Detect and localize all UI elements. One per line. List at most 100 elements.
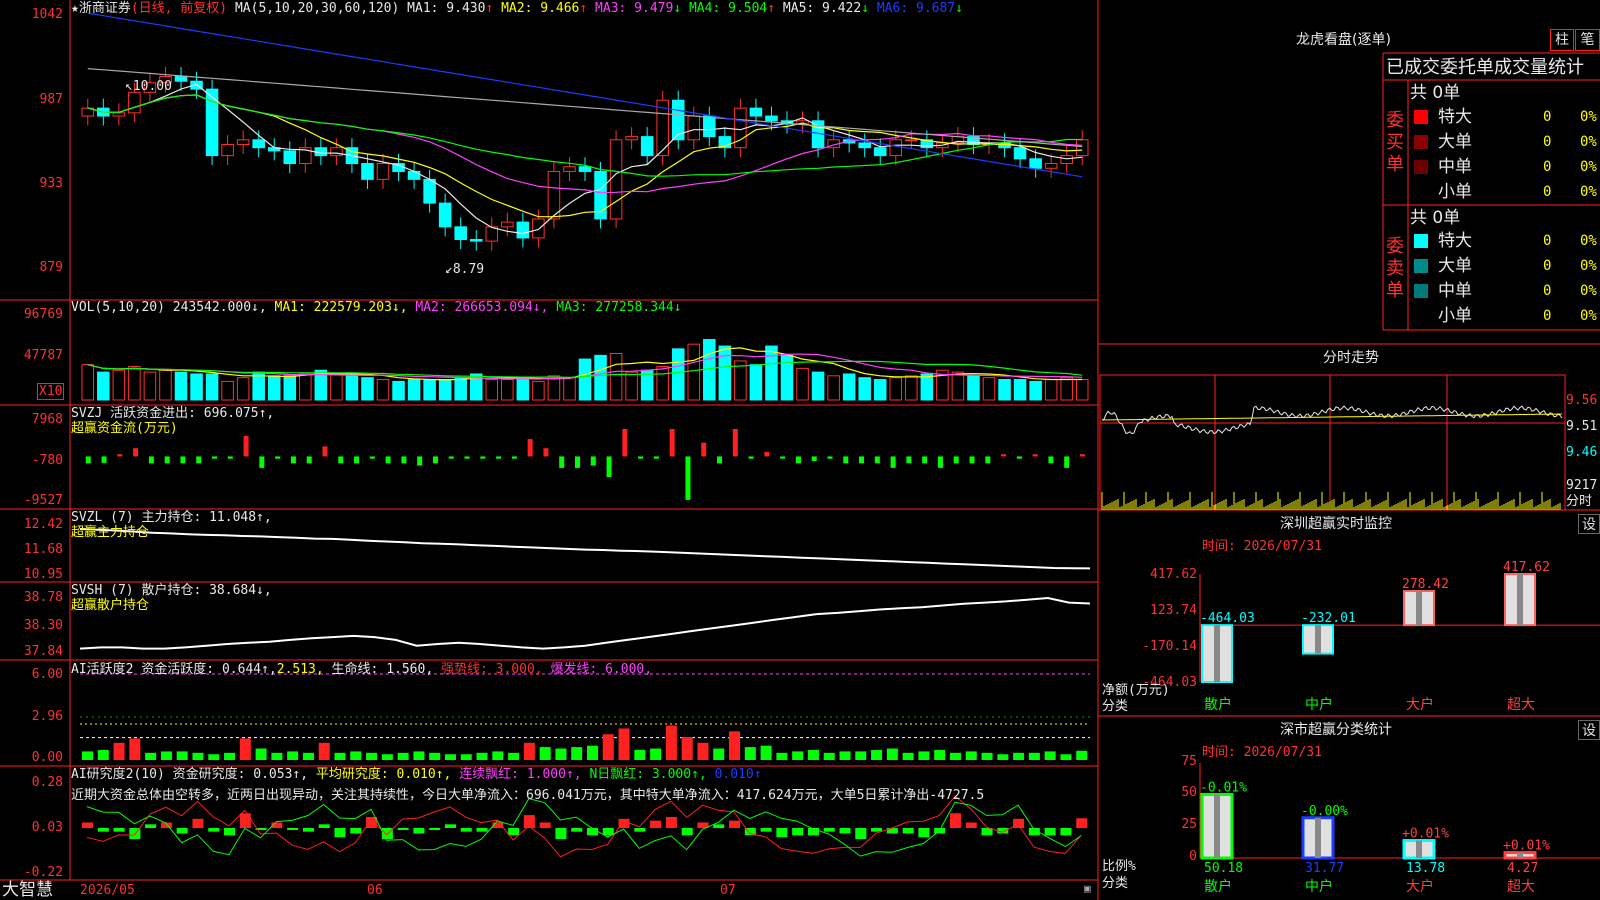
ai-active-bar bbox=[886, 748, 898, 760]
date-label-jul: 07 bbox=[720, 883, 736, 898]
ai-research-bar bbox=[713, 824, 725, 828]
volume-bar bbox=[873, 379, 887, 401]
pen-view-button[interactable]: 笔 bbox=[1575, 29, 1600, 51]
volume-bar bbox=[454, 377, 467, 401]
candle-body bbox=[376, 163, 390, 180]
ai-active-bar bbox=[981, 752, 993, 760]
ai-active-bar bbox=[366, 752, 378, 760]
candle-body bbox=[532, 218, 545, 239]
monitor-bar-shade bbox=[1315, 625, 1321, 654]
bar-view-button[interactable]: 柱 bbox=[1550, 29, 1574, 51]
svzj-bar bbox=[354, 456, 360, 464]
candle-body bbox=[703, 115, 716, 138]
buy-row-name-3: 小单 bbox=[1438, 182, 1472, 202]
volume-bar bbox=[951, 371, 965, 401]
volume-bar bbox=[97, 371, 110, 401]
ai-research-bar bbox=[444, 824, 456, 828]
ai-research-bar bbox=[82, 822, 93, 828]
sell-row-pct-1: 0% bbox=[1580, 258, 1597, 274]
ai-research-bar bbox=[429, 828, 441, 830]
monitor-cat-2: 大户 bbox=[1406, 697, 1434, 713]
ai-active-bar bbox=[397, 752, 409, 760]
price-axis-879: 879 bbox=[39, 260, 63, 275]
dragon-tabs[interactable]: 已成交委托单成交量统计 bbox=[1386, 57, 1584, 79]
ai-active-bar bbox=[444, 754, 456, 760]
volume-bar bbox=[563, 377, 576, 401]
svzj-bar bbox=[243, 435, 249, 457]
ai-research-bar bbox=[1060, 828, 1072, 836]
volume-bar bbox=[283, 375, 297, 401]
stats-bar-shade bbox=[1416, 840, 1422, 858]
ai-active-bar bbox=[539, 747, 551, 760]
ai-research-bar bbox=[318, 824, 330, 828]
ai-research-bar bbox=[681, 828, 693, 836]
price-axis-987: 987 bbox=[39, 92, 63, 107]
candle-body bbox=[1044, 163, 1058, 169]
svzl-axis-top: 12.42 bbox=[23, 517, 63, 532]
svzj-bar bbox=[669, 428, 675, 457]
candle-body bbox=[640, 136, 654, 157]
stats-value-3: 4.27 bbox=[1507, 861, 1539, 876]
sell-total: 共 0单 bbox=[1410, 208, 1461, 228]
candle-body bbox=[283, 150, 297, 165]
volume-bar bbox=[982, 377, 996, 401]
ai-active-bar bbox=[997, 754, 1009, 760]
stats-axis-4: 0 bbox=[1189, 849, 1197, 864]
svzj-bar bbox=[196, 456, 202, 464]
brand-label: 大智慧 bbox=[2, 880, 53, 900]
monitor-bar-大户: 278.42 bbox=[1402, 577, 1449, 627]
volume-bar bbox=[998, 379, 1011, 401]
lock-icon[interactable]: ▣ bbox=[1084, 881, 1091, 896]
svzj-bar bbox=[259, 456, 265, 468]
ai-research-bar bbox=[192, 818, 204, 828]
svzj-axis-top: 7968 bbox=[31, 412, 63, 427]
ai-commentary: 近期大资金总体由空转多，近两日出现异动，关注其持续性，今日大单净流入：696.0… bbox=[71, 788, 985, 803]
monitor-axis-2: 123.74 bbox=[1150, 603, 1197, 618]
buy-row-name-2: 中单 bbox=[1438, 157, 1472, 177]
volume-bar bbox=[811, 371, 825, 401]
monitor-settings-button[interactable]: 设 bbox=[1578, 514, 1600, 534]
monitor-value-label: -464.03 bbox=[1200, 611, 1255, 626]
candle-body bbox=[873, 147, 887, 157]
ai-research-bar bbox=[571, 828, 583, 832]
candle-body bbox=[438, 202, 452, 228]
ai-research-bar bbox=[224, 828, 236, 836]
ai-research-bar bbox=[949, 813, 961, 828]
buy-row-swatch-2 bbox=[1414, 160, 1428, 174]
vol-ma1: MA1: 222579.203↓, bbox=[274, 300, 408, 315]
buy-side-label: 委买单 bbox=[1386, 110, 1404, 175]
ai-research-header: AI研究度2(10) 资金研究度: 0.053↑, 平均研究度: 0.010↑,… bbox=[71, 767, 762, 782]
monitor-cat-1: 中户 bbox=[1305, 697, 1333, 713]
ai-active-bar bbox=[571, 747, 583, 760]
ai-active-bar bbox=[82, 751, 93, 760]
volume-bar bbox=[205, 373, 219, 401]
ai-active-bar bbox=[776, 752, 788, 760]
candle-body bbox=[905, 139, 918, 142]
ai-active-bar bbox=[176, 751, 188, 760]
vol-ma3: MA3: 277258.344↓ bbox=[556, 300, 682, 315]
stats-axis-3: 25 bbox=[1181, 817, 1197, 832]
ai-active-bar bbox=[413, 751, 425, 760]
stats-bar-shade bbox=[1315, 817, 1321, 858]
ai-research-bar bbox=[397, 828, 409, 830]
main-chart-canvas[interactable]: -464.03 -232.01 278.42 417.62 -0.01% -0.00% +0… bbox=[0, 0, 1600, 900]
candle-body bbox=[516, 221, 530, 239]
candle-body bbox=[423, 178, 436, 204]
ai-research-bar bbox=[871, 828, 883, 832]
svzj-bar bbox=[290, 456, 296, 464]
stats-settings-button[interactable]: 设 bbox=[1578, 720, 1600, 740]
volume-bar bbox=[625, 371, 638, 401]
ai-research-bar bbox=[113, 828, 125, 832]
vol-unit-badge[interactable]: X10 bbox=[37, 383, 65, 400]
date-label-may: 2026/05 bbox=[80, 883, 135, 898]
candle-body bbox=[330, 147, 343, 157]
intraday-title: 分时走势 bbox=[1323, 350, 1379, 366]
ai-active-bar bbox=[302, 752, 314, 760]
svzj-bar bbox=[369, 456, 375, 459]
intraday-price-line bbox=[1101, 405, 1563, 435]
ai-research-bar bbox=[208, 828, 220, 832]
svzj-bar bbox=[1016, 456, 1022, 459]
svzj-bar bbox=[275, 456, 281, 459]
svzj-bar bbox=[922, 456, 928, 464]
svzj-bar bbox=[638, 456, 644, 459]
